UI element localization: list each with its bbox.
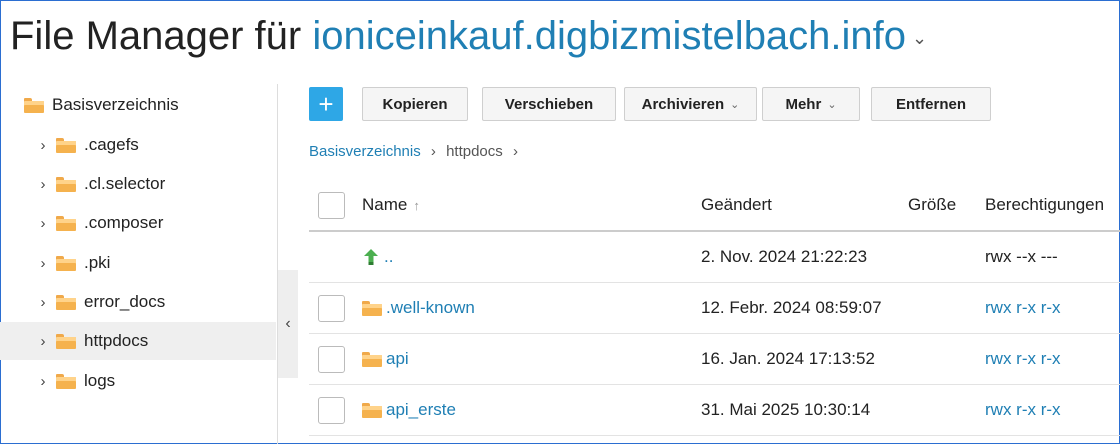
folder-icon: [362, 300, 382, 316]
column-header-modified[interactable]: Geändert: [701, 180, 772, 230]
column-label: Name: [362, 195, 408, 214]
plus-icon: +: [318, 88, 334, 119]
row-checkbox[interactable]: [318, 295, 345, 322]
sidebar-divider: [277, 84, 278, 444]
table-row[interactable]: api 16. Jan. 2024 17:13:52 rwx r-x r-x: [309, 334, 1120, 385]
modified-cell: 12. Febr. 2024 08:59:07: [701, 298, 882, 317]
archive-dropdown[interactable]: Archivieren ⌄: [624, 87, 757, 121]
tree-item-label: error_docs: [84, 292, 166, 311]
chevron-down-icon: ⌄: [827, 98, 837, 111]
file-name-cell: api: [362, 334, 409, 384]
tree-item-label: .cagefs: [84, 135, 139, 154]
more-label: Mehr: [785, 95, 822, 113]
copy-label: Kopieren: [382, 95, 448, 113]
file-name-link[interactable]: api: [386, 349, 409, 369]
file-name-link[interactable]: api_erste: [386, 400, 456, 420]
tree-item-composer[interactable]: › .composer: [0, 204, 276, 242]
more-dropdown[interactable]: Mehr ⌄: [762, 87, 860, 121]
copy-button[interactable]: Kopieren: [362, 87, 468, 121]
modified-cell: 16. Jan. 2024 17:13:52: [701, 349, 875, 368]
folder-icon: [362, 351, 382, 367]
file-name-cell: api_erste: [362, 385, 456, 435]
modified-cell: 2. Nov. 2024 21:22:23: [701, 247, 868, 266]
permissions-link[interactable]: rwx r-x r-x: [985, 283, 1061, 333]
folder-icon: [56, 137, 76, 153]
table-row-parent[interactable]: .. 2. Nov. 2024 21:22:23 rwx --x ---: [309, 232, 1120, 283]
column-label: Größe: [908, 195, 957, 214]
title-prefix: File Manager für: [10, 14, 302, 58]
modified-cell: 31. Mai 2025 10:30:14: [701, 400, 871, 419]
permissions-link[interactable]: rwx r-x r-x: [985, 385, 1061, 435]
chevron-down-icon[interactable]: ⌄: [912, 28, 927, 48]
chevron-right-icon[interactable]: ›: [36, 137, 50, 154]
chevron-down-icon: ⌄: [730, 98, 740, 111]
chevron-right-icon[interactable]: ›: [36, 176, 50, 193]
tree-item-httpdocs[interactable]: › httpdocs: [0, 322, 276, 360]
remove-label: Entfernen: [895, 95, 966, 113]
table-row[interactable]: .well-known 12. Febr. 2024 08:59:07 rwx …: [309, 283, 1120, 334]
folder-tree: Basisverzeichnis › .cagefs › .cl.selecto…: [0, 84, 276, 444]
file-name-link[interactable]: ..: [384, 247, 393, 267]
column-header-name[interactable]: Name ↑: [362, 180, 420, 230]
add-button[interactable]: +: [309, 87, 343, 121]
chevron-right-icon[interactable]: ›: [36, 333, 50, 350]
tree-item-logs[interactable]: › logs: [0, 362, 276, 400]
table-header: Name ↑ Geändert Größe Berechtigungen: [309, 180, 1120, 232]
row-checkbox[interactable]: [318, 397, 345, 424]
folder-icon: [56, 215, 76, 231]
column-label: Geändert: [701, 195, 772, 214]
column-label: Berechtigungen: [985, 195, 1105, 214]
folder-icon: [362, 402, 382, 418]
tree-item-label: httpdocs: [84, 331, 149, 350]
breadcrumb-current: httpdocs: [446, 143, 503, 160]
chevron-right-icon[interactable]: ›: [36, 373, 50, 390]
tree-item-pki[interactable]: › .pki: [0, 244, 276, 282]
tree-item-cagefs[interactable]: › .cagefs: [0, 126, 276, 164]
tree-item-label: .cl.selector: [84, 174, 166, 193]
tree-item-label: .pki: [84, 253, 111, 272]
page-title: File Manager für ioniceinkauf.digbizmist…: [10, 14, 927, 59]
folder-icon: [56, 176, 76, 192]
move-button[interactable]: Verschieben: [482, 87, 616, 121]
chevron-right-icon: ›: [430, 143, 436, 160]
folder-icon: [56, 333, 76, 349]
permissions-link[interactable]: rwx r-x r-x: [985, 334, 1061, 384]
folder-icon: [56, 373, 76, 389]
file-name-cell: ..: [362, 232, 393, 282]
folder-icon: [24, 97, 44, 113]
table-row[interactable]: api_erste 31. Mai 2025 10:30:14 rwx r-x …: [309, 385, 1120, 436]
chevron-left-icon: ‹: [285, 315, 291, 332]
chevron-right-icon[interactable]: ›: [36, 294, 50, 311]
chevron-right-icon: ›: [512, 143, 518, 160]
up-arrow-icon: [362, 248, 380, 266]
breadcrumb-root-link[interactable]: Basisverzeichnis: [309, 143, 421, 160]
tree-item-cl-selector[interactable]: › .cl.selector: [0, 165, 276, 203]
archive-label: Archivieren: [641, 95, 725, 113]
column-header-permissions[interactable]: Berechtigungen: [985, 180, 1104, 230]
permissions-cell: rwx --x ---: [985, 247, 1058, 266]
select-all-checkbox[interactable]: [318, 192, 345, 219]
tree-item-error-docs[interactable]: › error_docs: [0, 283, 276, 321]
sort-arrow-up-icon: ↑: [413, 197, 420, 213]
file-name-cell: .well-known: [362, 283, 475, 333]
chevron-right-icon[interactable]: ›: [36, 255, 50, 272]
chevron-right-icon[interactable]: ›: [36, 215, 50, 232]
file-name-link[interactable]: .well-known: [386, 298, 475, 318]
move-label: Verschieben: [504, 95, 594, 113]
tree-item-basisverzeichnis[interactable]: Basisverzeichnis: [0, 86, 276, 124]
tree-item-label: .composer: [84, 213, 164, 232]
collapse-sidebar-button[interactable]: ‹: [278, 270, 298, 378]
domain-selector[interactable]: ioniceinkauf.digbizmistelbach.info: [312, 14, 906, 58]
folder-icon: [56, 294, 76, 310]
tree-item-label: Basisverzeichnis: [52, 95, 179, 114]
breadcrumb: Basisverzeichnis › httpdocs ›: [309, 143, 518, 160]
column-header-size[interactable]: Größe: [908, 180, 956, 230]
folder-icon: [56, 255, 76, 271]
tree-item-label: logs: [84, 371, 116, 390]
remove-button[interactable]: Entfernen: [871, 87, 991, 121]
row-checkbox[interactable]: [318, 346, 345, 373]
